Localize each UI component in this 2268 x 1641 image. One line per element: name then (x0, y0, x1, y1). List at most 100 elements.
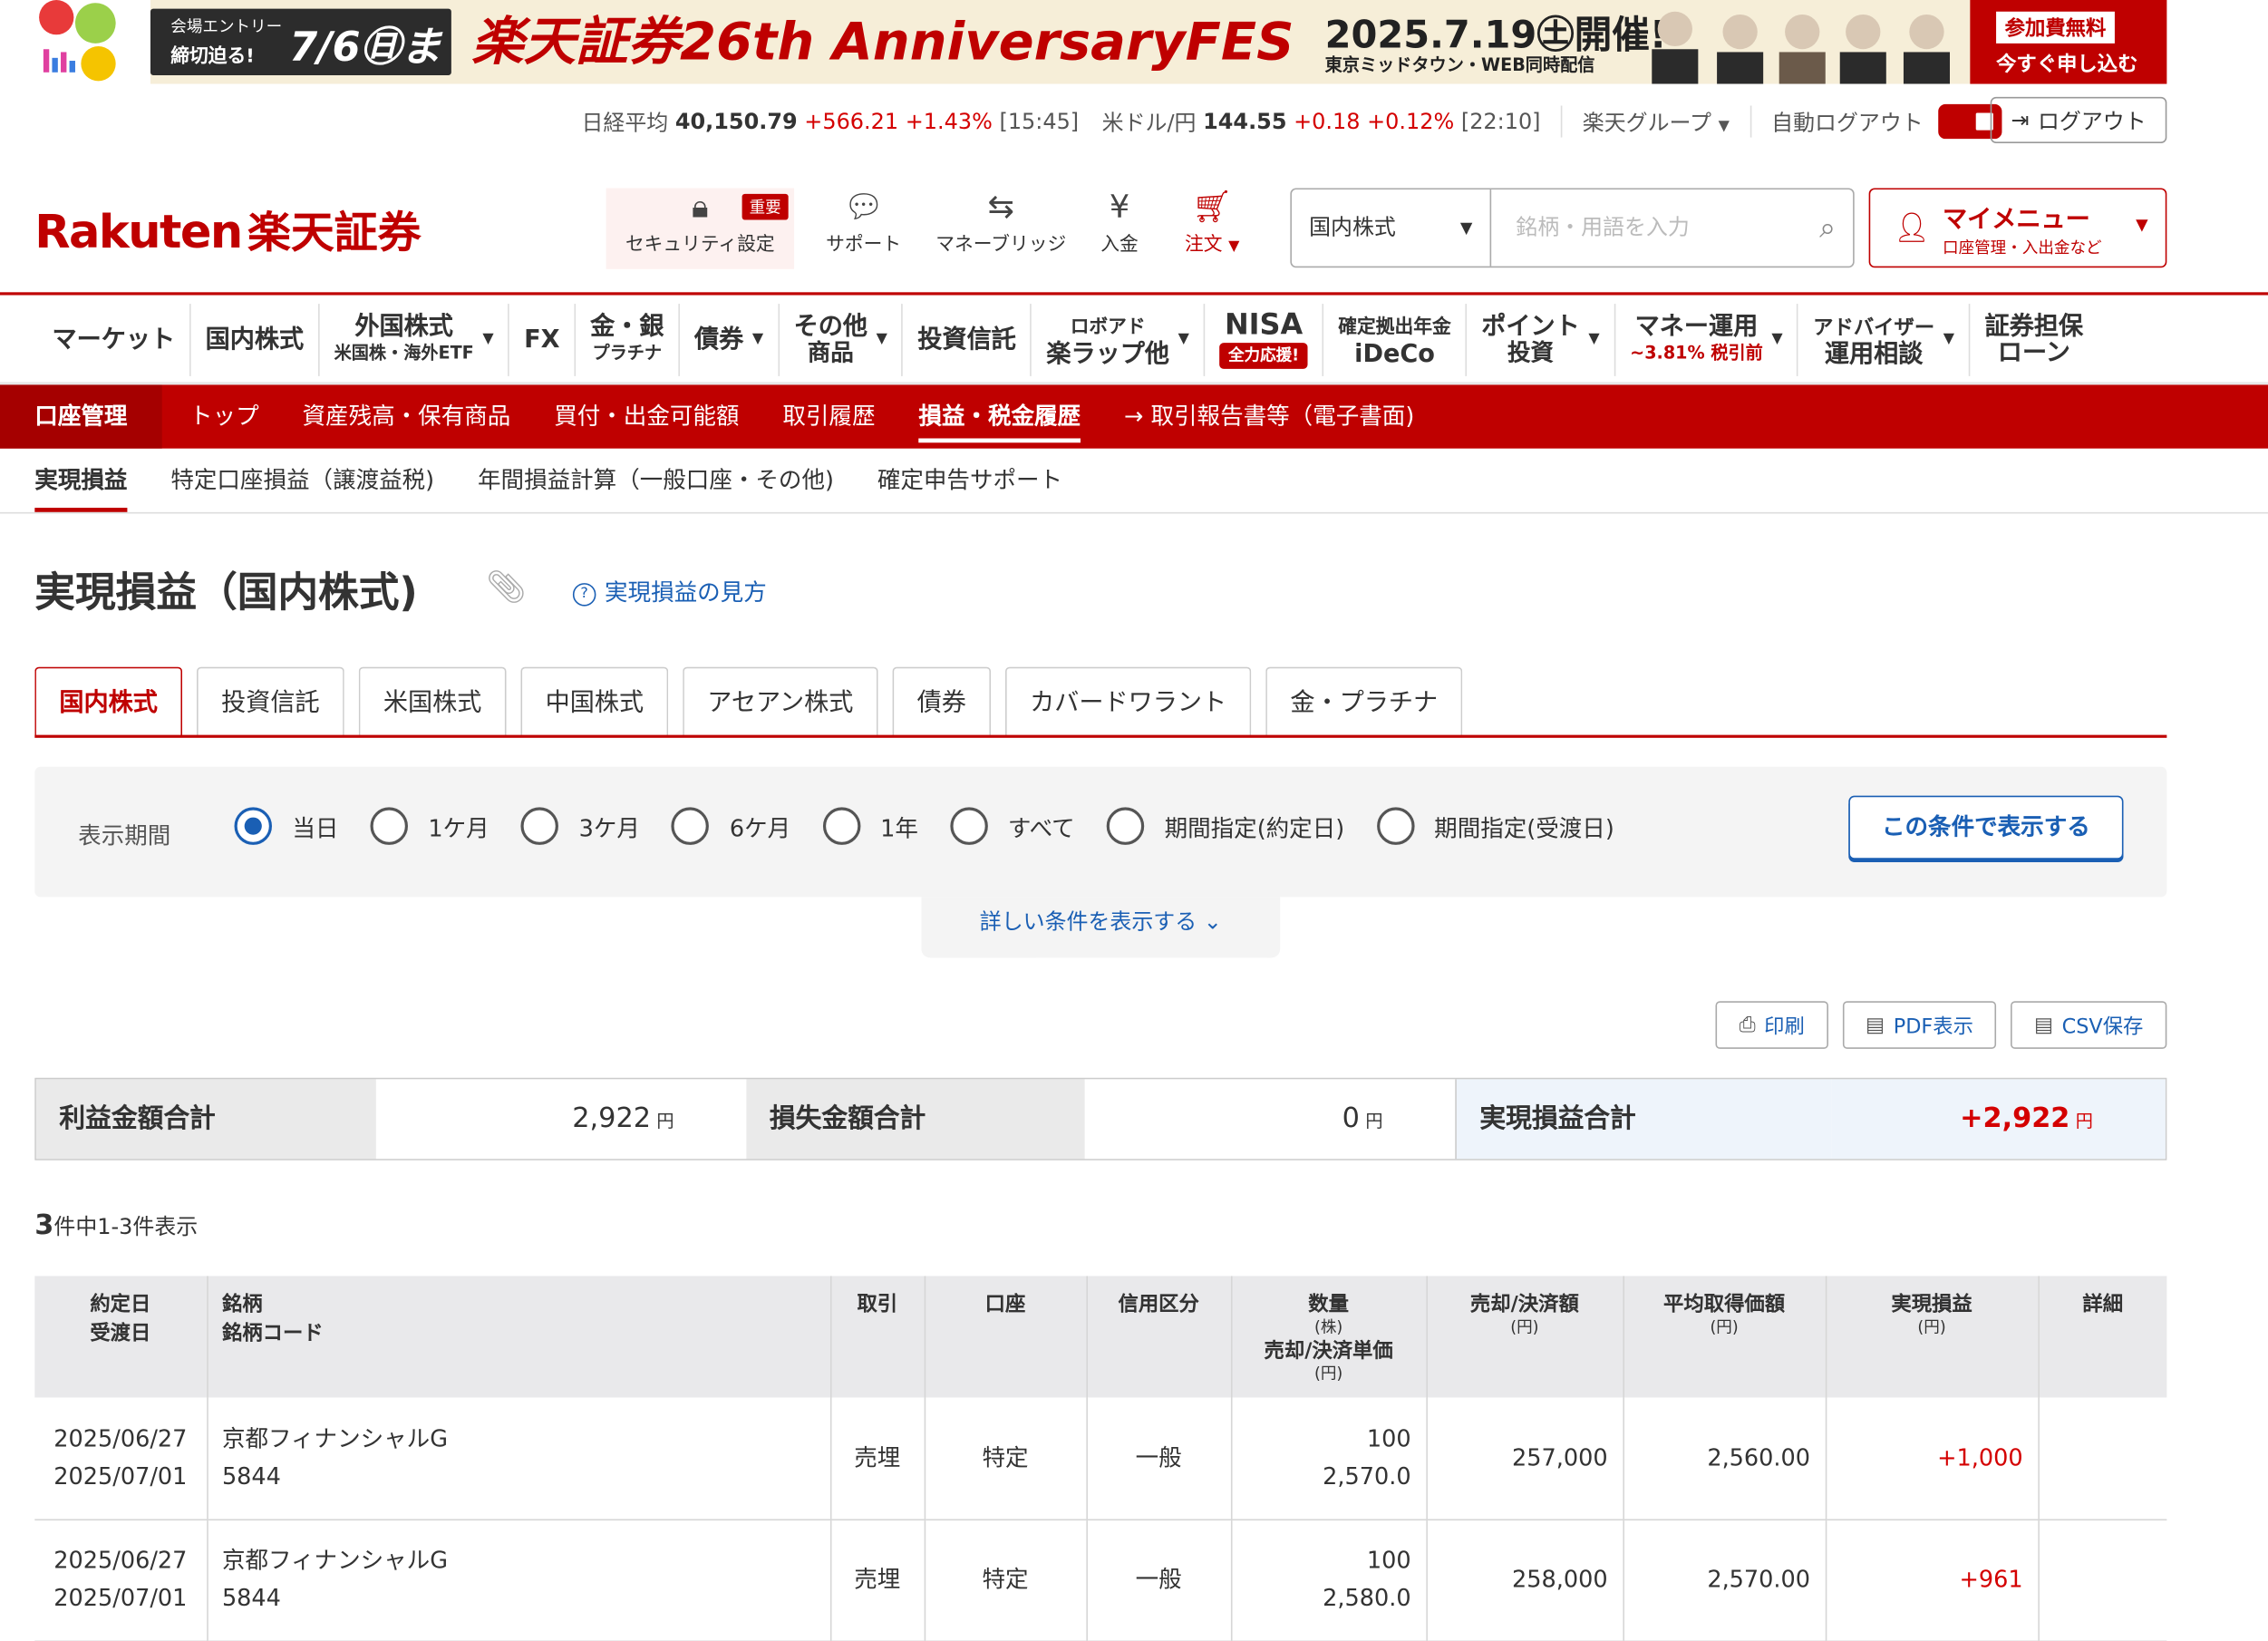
subtab-specified-account[interactable]: 特定口座損益（譲渡益税) (170, 449, 434, 512)
pdf-button[interactable]: ▤ PDF表示 (1842, 1001, 1997, 1049)
total-pl-value: +2,922 円 (1831, 1079, 2166, 1160)
rakuten-group-link[interactable]: 楽天グループ ▼ (1583, 106, 1730, 137)
usd-time: [22:10] (1460, 108, 1541, 135)
radio-1month[interactable]: 1ケ月 (370, 807, 489, 845)
product-tab-asean[interactable]: アセアン株式 (683, 666, 878, 737)
nav-other-products[interactable]: その他 商品 ▼ (778, 304, 902, 376)
cell-security: 京都フィナンシャルG 5844 (206, 1397, 830, 1520)
paperclip-icon[interactable]: 📎︎ (486, 570, 527, 607)
tab-trade-reports[interactable]: → 取引報告書等（電子書面) (1102, 384, 1436, 448)
rakuten-logo[interactable]: Rakuten 楽天証券 (34, 197, 421, 260)
product-tab-bonds[interactable]: 債券 (892, 666, 992, 737)
tab-profit-tax-history[interactable]: 損益・税金履歴 (897, 384, 1102, 448)
cell-account: 特定 (923, 1397, 1087, 1520)
subtab-divider (0, 511, 2268, 514)
sub-tabs: 実現損益 特定口座損益（譲渡益税) 年間損益計算（一般口座・その他) 確定申告サ… (34, 449, 1106, 512)
logo-en: Rakuten (34, 203, 243, 259)
total-pl-label: 実現損益合計 (1455, 1079, 1832, 1160)
subtab-realized-pl[interactable]: 実現損益 (34, 449, 128, 512)
nav-advisor[interactable]: アドバイザー 運用相談 ▼ (1797, 304, 1969, 376)
nav-domestic-stocks[interactable]: 国内株式 (189, 304, 318, 376)
search-input[interactable]: 銘柄・用語を入力 (1516, 189, 1690, 267)
subtab-annual-pl[interactable]: 年間損益計算（一般口座・その他) (478, 449, 834, 512)
support-button[interactable]: 💬︎ サポート (813, 188, 915, 268)
product-tab-china[interactable]: 中国株式 (520, 666, 669, 737)
stock-search: 国内株式 ▼ 銘柄・用語を入力 ⌕ (1290, 188, 1855, 268)
subtab-tax-return[interactable]: 確定申告サポート (877, 449, 1062, 512)
register-cta[interactable]: 参加費無料 今すぐ申し込む (1970, 0, 2167, 84)
promo-banner[interactable]: 会場エントリー 締切迫る! 7/6㊐まで 楽天証券26th Anniversar… (0, 0, 2268, 129)
order-button[interactable]: 🛒︎ 注文 ▼ (1168, 188, 1255, 268)
event-venue: 東京ミッドタウン・WEB同時配信 (1324, 54, 1595, 75)
security-settings-button[interactable]: 🔒︎ セキュリティ設定 重要 (606, 188, 795, 269)
nav-points-investing[interactable]: ポイント 投資 ▼ (1465, 304, 1614, 376)
chevron-down-icon: ▼ (1459, 218, 1473, 238)
csv-button[interactable]: ▤ CSV保存 (2011, 1001, 2167, 1049)
radio-all[interactable]: すべて (950, 807, 1075, 845)
col-trade: 取引 (829, 1276, 925, 1398)
tab-top[interactable]: トップ (168, 384, 280, 448)
pdf-icon: ▤ (1866, 1013, 1885, 1037)
radio-3months[interactable]: 3ケ月 (520, 807, 640, 845)
cell-realized-pl: +961 (1824, 1519, 2039, 1641)
product-tab-underline (34, 734, 2167, 738)
product-tab-funds[interactable]: 投資信託 (197, 666, 344, 737)
cell-avg-cost: 2,560.00 (1622, 1397, 1826, 1520)
search-icon[interactable]: ⌕ (1819, 209, 1836, 244)
radio-today[interactable]: 当日 (234, 807, 338, 845)
tab-buying-power[interactable]: 買付・出金可能額 (532, 384, 761, 448)
radio-6months[interactable]: 6ケ月 (672, 807, 790, 845)
nav-ideco[interactable]: 確定拠出年金 iDeCo (1322, 304, 1466, 376)
my-menu-button[interactable]: 👤︎ マイメニュー 口座管理・入出金など ▼ (1868, 188, 2167, 268)
product-tab-covered-warrant[interactable]: カバードワラント (1004, 666, 1252, 737)
nav-nisa[interactable]: NISA 全力応援! (1203, 304, 1323, 376)
logout-button[interactable]: ⇥ ログアウト (1990, 96, 2167, 143)
nav-securities-loan[interactable]: 証券担保 ローン (1969, 304, 2098, 376)
logout-icon: ⇥ (2011, 107, 2030, 133)
cell-security: 京都フィナンシャルG 5844 (206, 1519, 830, 1641)
cell-account: 特定 (923, 1519, 1087, 1641)
cart-icon: 🛒︎ (1191, 189, 1233, 226)
tab-assets[interactable]: 資産残高・保有商品 (281, 384, 533, 448)
csv-icon: ▤ (2033, 1013, 2054, 1037)
account-management-label: 口座管理 (0, 384, 162, 449)
cell-detail (2037, 1519, 2167, 1641)
fes-logo (34, 0, 119, 84)
nav-fx[interactable]: FX (508, 304, 575, 376)
cell-avg-cost: 2,570.00 (1622, 1519, 1826, 1641)
nav-money-management[interactable]: マネー運用 ~3.81% 税引前 ▼ (1614, 304, 1798, 376)
money-bridge-button[interactable]: ⇆ マネーブリッジ (928, 188, 1073, 268)
cell-trade: 売埋 (829, 1519, 925, 1641)
my-menu-title: マイメニュー (1943, 205, 2090, 235)
nav-bonds[interactable]: 債券 ▼ (678, 304, 778, 376)
divider (1560, 105, 1563, 138)
nav-robo-advisor[interactable]: ロボアド 楽ラップ他 ▼ (1030, 304, 1204, 376)
show-details-toggle[interactable]: 詳しい条件を表示する ⌄ (921, 897, 1281, 958)
product-tab-us[interactable]: 米国株式 (358, 666, 507, 737)
search-category-select[interactable]: 国内株式 ▼ (1292, 189, 1492, 267)
nav-gold-silver[interactable]: 金・銀 プラチナ (574, 304, 679, 376)
period-label: 表示期間 (78, 821, 171, 850)
table-row: 2025/06/27 2025/07/01 京都フィナンシャルG 5844 売埋 特… (34, 1519, 2167, 1641)
nav-market[interactable]: マーケット (34, 304, 189, 376)
radio-1year[interactable]: 1年 (822, 807, 918, 845)
tab-trade-history[interactable]: 取引履歴 (761, 384, 897, 448)
howto-link[interactable]: ? 実現損益の見方 (572, 573, 767, 607)
logout-label: ログアウト (2037, 107, 2147, 134)
product-tab-gold-platinum[interactable]: 金・プラチナ (1265, 666, 1463, 737)
nav-mutual-funds[interactable]: 投資信託 (901, 304, 1031, 376)
product-tabs: 国内株式 投資信託 米国株式 中国株式 アセアン株式 債券 カバードワラント 金… (34, 666, 1463, 737)
radio-trade-date-range[interactable]: 期間指定(約定日) (1106, 807, 1344, 845)
loss-label: 損失金額合計 (746, 1079, 1085, 1160)
nikkei-label: 日経平均 (581, 109, 669, 136)
apply-filter-button[interactable]: この条件で表示する (1848, 795, 2124, 859)
print-button[interactable]: ⎙ 印刷 (1715, 1001, 1828, 1049)
help-icon: ? (572, 582, 596, 606)
page-title: 実現損益（国内株式) (34, 568, 418, 617)
product-tab-domestic[interactable]: 国内株式 (34, 666, 183, 737)
auto-logout-label: 自動ログアウト (1771, 109, 1924, 136)
nav-foreign-stocks[interactable]: 外国株式 米国株・海外ETF ▼ (318, 304, 509, 376)
deposit-button[interactable]: ¥ 入金 (1082, 188, 1158, 268)
radio-settle-date-range[interactable]: 期間指定(受渡日) (1376, 807, 1614, 845)
bank-transfer-icon: ⇆ (987, 189, 1014, 226)
